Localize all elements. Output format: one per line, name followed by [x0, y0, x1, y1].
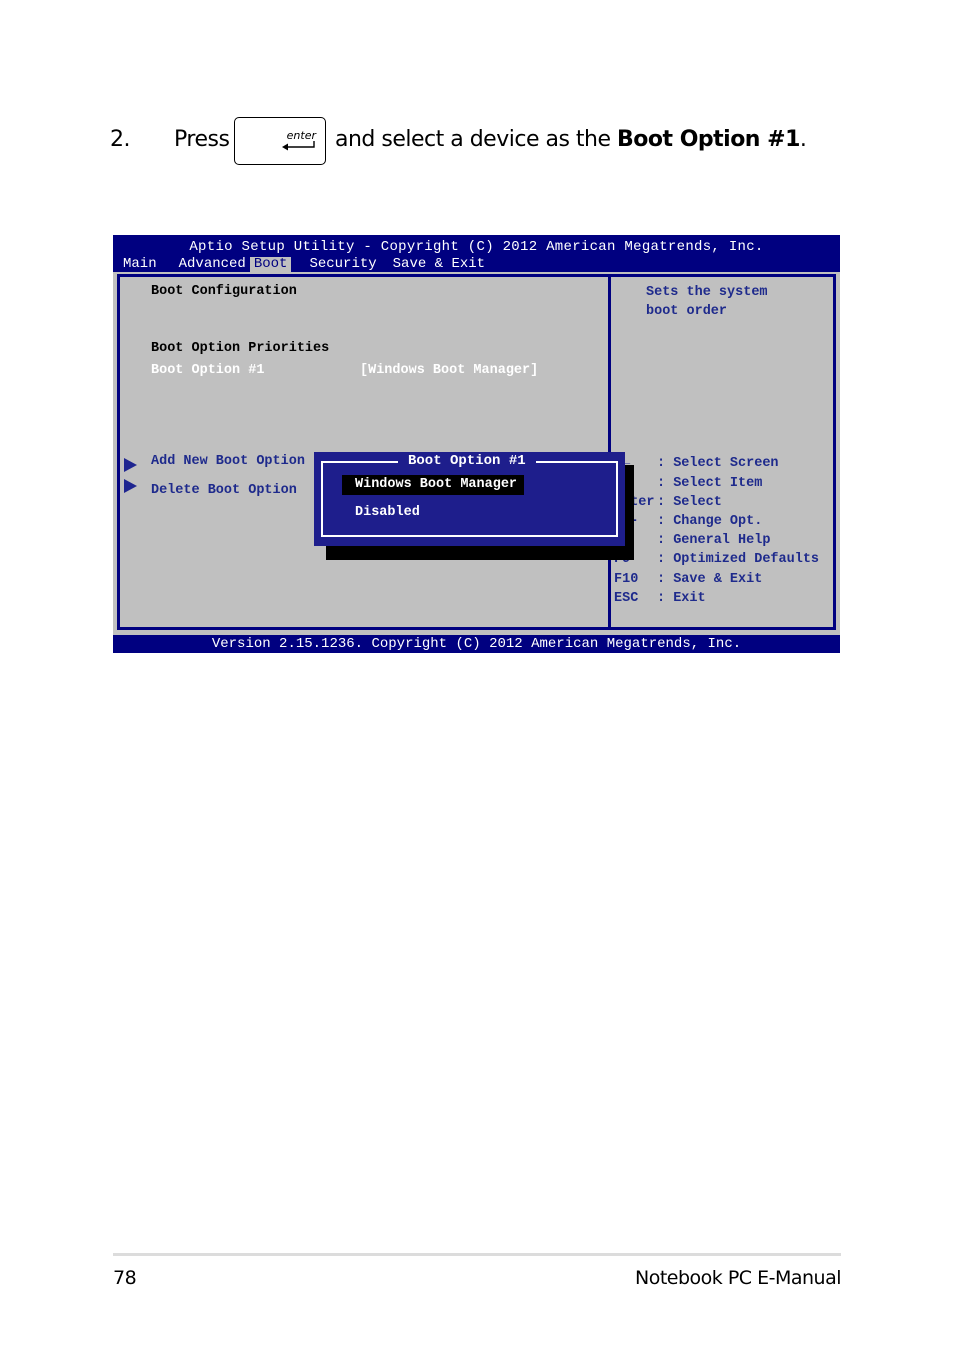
tab-boot[interactable]: Boot [249, 257, 292, 272]
instruction-text: and select a device as the Boot Option #… [335, 127, 807, 152]
boot-configuration-heading: Boot Configuration [151, 284, 297, 299]
boot-priorities-heading: Boot Option Priorities [151, 341, 330, 356]
instruction-text-prefix: and select a device as the [335, 127, 618, 152]
footer-divider [113, 1253, 841, 1256]
help-action: : Save & Exit [657, 572, 763, 587]
instruction-step: 2. Press enter and select a device as th… [0, 117, 954, 167]
step-number: 2. [110, 127, 131, 152]
tab-main[interactable]: Main [119, 257, 161, 272]
help-description-line2: boot order [646, 304, 728, 319]
popup-frame [321, 461, 618, 537]
tab-save-exit[interactable]: Save & Exit [389, 257, 489, 272]
instruction-text-suffix: . [799, 127, 807, 152]
return-arrow-icon [282, 141, 315, 151]
boot-option-popup: Boot Option #1 Windows Boot Manager Disa… [314, 452, 625, 546]
help-description-line1: Sets the system [646, 285, 768, 300]
help-key: F10 [614, 572, 639, 587]
enter-key-icon: enter [234, 117, 326, 165]
help-action: : Change Opt. [657, 514, 763, 529]
help-action: : Exit [657, 591, 706, 606]
instruction-bold: Boot Option #1 [617, 127, 800, 152]
bios-version-footer: Version 2.15.1236. Copyright (C) 2012 Am… [113, 635, 840, 653]
bios-tab-bar: Main Advanced Boot Security Save & Exit [119, 257, 489, 272]
press-label: Press [174, 127, 230, 152]
help-action: : General Help [657, 533, 771, 548]
triangle-right-icon [124, 479, 137, 493]
help-key: ESC [614, 591, 639, 606]
help-action: : Optimized Defaults [657, 552, 820, 567]
boot-option-1-label[interactable]: Boot Option #1 [151, 363, 264, 378]
tab-security[interactable]: Security [305, 257, 380, 272]
popup-option-disabled[interactable]: Disabled [342, 503, 427, 523]
boot-option-1-value[interactable]: [Windows Boot Manager] [360, 363, 538, 378]
bios-screen: Aptio Setup Utility - Copyright (C) 2012… [113, 235, 840, 653]
add-new-boot-option[interactable]: Add New Boot Option [151, 454, 305, 469]
help-action: : Select Item [657, 476, 763, 491]
bios-title: Aptio Setup Utility - Copyright (C) 2012… [189, 239, 764, 255]
triangle-right-icon [124, 458, 137, 472]
delete-boot-option[interactable]: Delete Boot Option [151, 483, 297, 498]
bios-header: Aptio Setup Utility - Copyright (C) 2012… [113, 235, 840, 272]
popup-title: Boot Option #1 [398, 452, 536, 470]
help-action: : Select Screen [657, 456, 779, 471]
tab-advanced[interactable]: Advanced [175, 257, 250, 272]
page-number: 78 [113, 1267, 137, 1289]
help-action: : Select [657, 495, 722, 510]
manual-title: Notebook PC E-Manual [635, 1267, 842, 1289]
popup-option-windows-boot-manager[interactable]: Windows Boot Manager [342, 475, 525, 495]
